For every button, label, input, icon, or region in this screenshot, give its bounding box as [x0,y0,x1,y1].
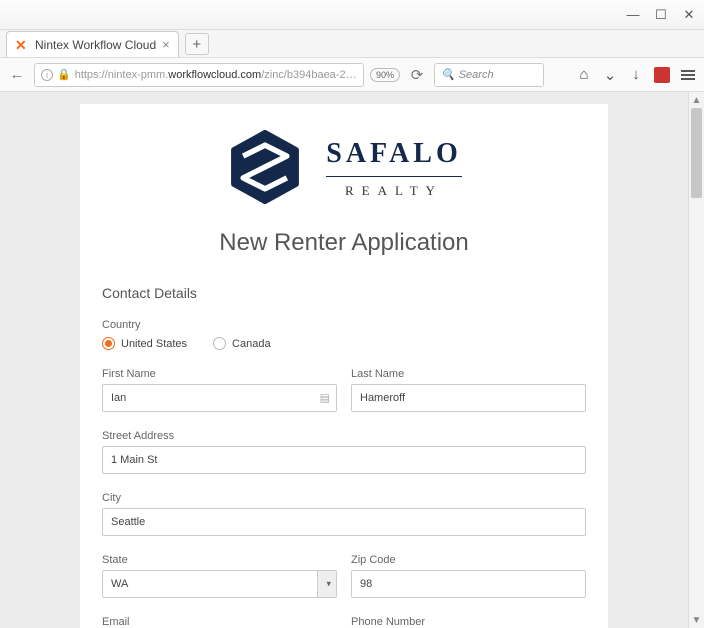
close-window-button[interactable]: ✕ [682,8,696,22]
maximize-button[interactable]: ☐ [654,8,668,22]
url-bar[interactable]: i 🔒 https://nintex-pmm.workflowcloud.com… [34,63,364,87]
zip-label: Zip Code [351,554,586,566]
email-label: Email [102,616,337,628]
phone-label: Phone Number [351,616,586,628]
browser-navbar: ← i 🔒 https://nintex-pmm.workflowcloud.c… [0,58,704,92]
zoom-indicator[interactable]: 90% [370,68,400,82]
chevron-down-icon: ▾ [326,579,331,590]
logo-area: SAFALO REALTY [102,122,586,209]
radio-canada[interactable]: Canada [213,337,271,350]
state-select[interactable]: WA ▾ [102,570,337,598]
state-label: State [102,554,337,566]
reload-button[interactable]: ⟳ [406,64,428,86]
new-tab-button[interactable]: + [185,33,209,55]
last-name-label: Last Name [351,368,586,380]
home-icon[interactable]: ⌂ [574,65,594,85]
radio-selected-icon [102,337,115,350]
scroll-down-icon[interactable]: ▼ [689,612,704,628]
close-tab-icon[interactable]: × [162,37,170,52]
tab-title: Nintex Workflow Cloud [35,38,156,52]
brand-subtitle: REALTY [326,176,462,199]
extension-icon[interactable] [652,65,672,85]
first-name-label: First Name [102,368,337,380]
first-name-input[interactable]: Ian ▤ [102,384,337,412]
radio-unselected-icon [213,337,226,350]
pocket-icon[interactable]: ⌄ [600,65,620,85]
search-placeholder: Search [459,69,494,81]
browser-tab[interactable]: ✕ Nintex Workflow Cloud × [6,31,179,57]
city-input[interactable]: Seattle [102,508,586,536]
section-contact-details: Contact Details [102,285,586,301]
tab-strip: ✕ Nintex Workflow Cloud × + [0,30,704,58]
minimize-button[interactable]: — [626,8,640,22]
street-input[interactable]: 1 Main St [102,446,586,474]
country-label: Country [102,319,586,331]
radio-united-states[interactable]: United States [102,337,187,350]
nintex-favicon-icon: ✕ [15,38,29,52]
downloads-icon[interactable]: ↓ [626,65,646,85]
form-page: SAFALO REALTY New Renter Application Con… [80,104,608,628]
street-label: Street Address [102,430,586,442]
city-label: City [102,492,586,504]
page-viewport: SAFALO REALTY New Renter Application Con… [0,92,704,628]
menu-button[interactable] [678,65,698,85]
search-bar[interactable]: 🔍 Search [434,63,544,87]
search-icon: 🔍 [441,68,455,81]
contact-book-icon[interactable]: ▤ [320,392,330,405]
lock-icon: 🔒 [57,68,71,81]
brand-name: SAFALO [326,138,462,170]
safalo-logo-icon [226,128,304,209]
scroll-up-icon[interactable]: ▲ [689,92,704,108]
site-info-icon[interactable]: i [41,69,53,81]
zip-input[interactable]: 98 [351,570,586,598]
scroll-thumb[interactable] [691,108,702,198]
window-titlebar: — ☐ ✕ [0,0,704,30]
last-name-input[interactable]: Hameroff [351,384,586,412]
hamburger-icon [681,70,695,80]
page-title: New Renter Application [102,229,586,257]
url-text: https://nintex-pmm.workflowcloud.com/zin… [75,69,357,81]
vertical-scrollbar[interactable]: ▲ ▼ [688,92,704,628]
back-button[interactable]: ← [6,64,28,86]
